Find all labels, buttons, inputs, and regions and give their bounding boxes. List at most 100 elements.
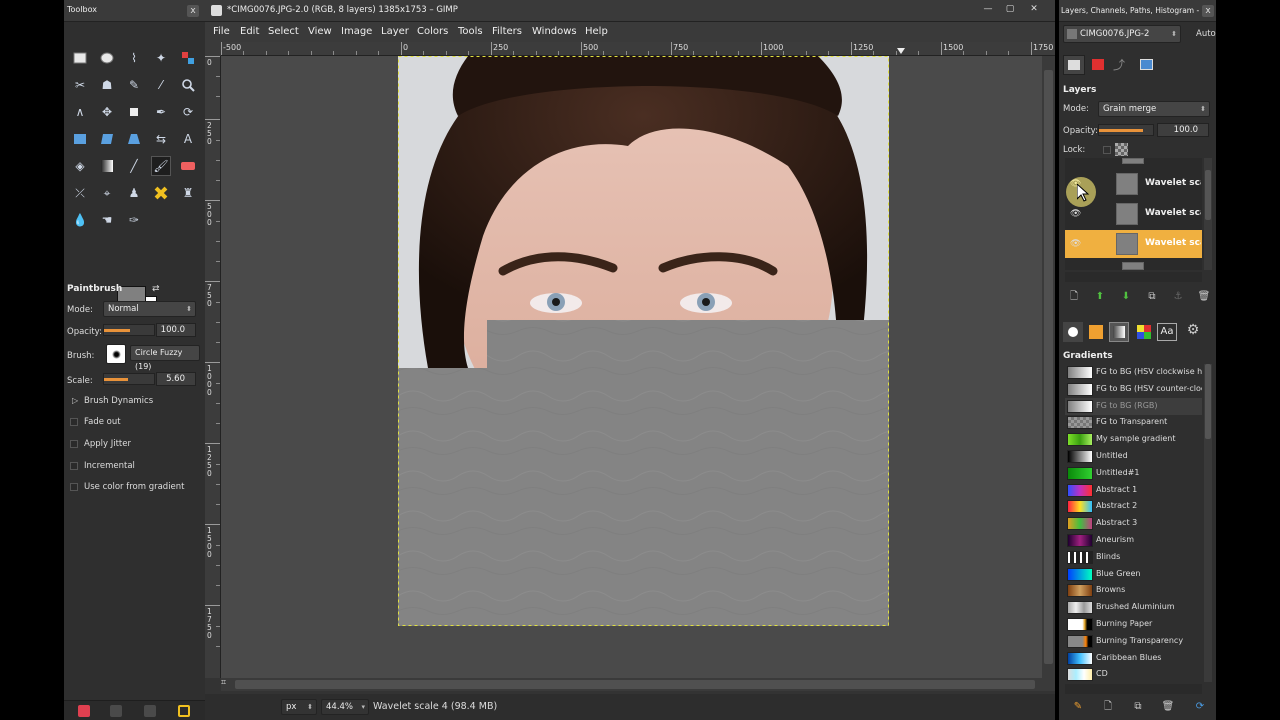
gradient-row[interactable]: Abstract 2 — [1065, 498, 1202, 515]
brush-preview[interactable] — [106, 344, 126, 364]
unit-select[interactable]: px ⬍ — [281, 699, 317, 715]
zoom-tool-icon[interactable] — [178, 75, 198, 95]
layer-row-selected[interactable]: 👁 Wavelet scale 4 — [1065, 230, 1202, 258]
gradients-scrollbar[interactable] — [1204, 364, 1212, 682]
delete-layer-icon[interactable]: 🗑 — [1197, 290, 1211, 304]
fonts-tab[interactable]: Aa — [1157, 323, 1177, 341]
histogram-tab[interactable] — [1137, 56, 1157, 74]
lock-pixels-checkbox[interactable] — [1103, 146, 1111, 154]
menu-windows[interactable]: Windows — [532, 26, 577, 37]
ruler-corner[interactable] — [205, 42, 221, 56]
gradients-tab[interactable] — [1109, 322, 1129, 342]
close-button[interactable]: ✕ — [1023, 2, 1045, 16]
navigate-icon[interactable]: ⌗ — [221, 678, 226, 688]
align-tool-icon[interactable] — [124, 102, 144, 122]
eye-icon[interactable]: 👁 — [1070, 239, 1081, 249]
fuzzy-select-tool-icon[interactable]: ✦ — [151, 48, 171, 68]
gradient-row[interactable]: Abstract 1 — [1065, 482, 1202, 499]
menu-tools[interactable]: Tools — [458, 26, 483, 37]
move-tool-icon[interactable]: ✥ — [97, 102, 117, 122]
menu-help[interactable]: Help — [585, 26, 608, 37]
fade-out-checkbox[interactable] — [70, 418, 78, 426]
brushes-tab[interactable] — [1063, 322, 1083, 342]
blur-tool-icon[interactable]: 💧 — [70, 210, 90, 230]
paintbrush-tool-icon[interactable]: 🖌 — [151, 156, 171, 176]
ink-tool-icon[interactable]: ⌖ — [97, 183, 117, 203]
menu-image[interactable]: Image — [341, 26, 372, 37]
horizontal-ruler[interactable]: -500 0 250 500 750 1000 1250 1500 1750 — [221, 42, 1055, 56]
gradient-row[interactable]: Abstract 3 — [1065, 515, 1202, 532]
gradient-row[interactable]: FG to BG (HSV clockwise hue) — [1065, 364, 1202, 381]
opacity-slider[interactable] — [103, 324, 155, 336]
new-layer-icon[interactable]: 🗋 — [1067, 290, 1081, 304]
gradients-hscrollbar[interactable] — [1065, 684, 1202, 694]
edit-gradient-icon[interactable]: ✎ — [1071, 700, 1085, 714]
gradient-row[interactable]: Brushed Aluminium — [1065, 599, 1202, 616]
menu-select[interactable]: Select — [268, 26, 299, 37]
menu-edit[interactable]: Edit — [240, 26, 259, 37]
swap-colors-icon[interactable]: ⇄ — [152, 284, 160, 294]
layers-scrollbar[interactable] — [1204, 158, 1212, 270]
select-by-color-tool-icon[interactable] — [178, 48, 198, 68]
reset-options-icon[interactable] — [178, 705, 190, 717]
patterns-tab[interactable] — [1087, 323, 1105, 341]
gradient-row[interactable]: Browns — [1065, 582, 1202, 599]
ellipse-select-tool-icon[interactable] — [97, 48, 117, 68]
gradient-row[interactable]: FG to BG (HSV counter-clockwise) — [1065, 381, 1202, 398]
maximize-button[interactable]: ▢ — [999, 2, 1021, 16]
apply-jitter-checkbox[interactable] — [70, 440, 78, 448]
smudge-tool-icon[interactable]: ☚ — [97, 210, 117, 230]
pencil-tool-icon[interactable]: ╱ — [124, 156, 144, 176]
lower-layer-icon[interactable]: ⬇ — [1119, 290, 1133, 304]
dodge-burn-tool-icon[interactable]: ✑ — [124, 210, 144, 230]
clone-tool-icon[interactable]: ♟ — [124, 183, 144, 203]
minimize-button[interactable]: — — [977, 2, 999, 16]
free-select-tool-icon[interactable]: ⌇ — [124, 48, 144, 68]
gradient-row[interactable]: Aneurism — [1065, 532, 1202, 549]
gradient-row[interactable]: Untitled — [1065, 448, 1202, 465]
perspective-tool-icon[interactable] — [124, 129, 144, 149]
refresh-gradients-icon[interactable]: ⟳ — [1193, 700, 1207, 714]
duplicate-layer-icon[interactable]: ⧉ — [1145, 290, 1159, 304]
gradient-row[interactable]: Burning Paper — [1065, 616, 1202, 633]
gradients-list[interactable]: FG to BG (HSV clockwise hue) FG to BG (HS… — [1059, 364, 1204, 682]
gradient-row[interactable]: Blinds — [1065, 549, 1202, 566]
gradient-row[interactable]: Burning Transparency — [1065, 633, 1202, 650]
flip-tool-icon[interactable]: ⇆ — [151, 129, 171, 149]
gradient-row[interactable]: FG to BG (RGB) — [1065, 397, 1202, 415]
menu-colors[interactable]: Colors — [417, 26, 448, 37]
layers-tab[interactable] — [1063, 55, 1085, 75]
scale-tool-icon[interactable] — [70, 129, 90, 149]
eye-icon[interactable]: 👁 — [1070, 209, 1081, 219]
crop-tool-icon[interactable]: ✒ — [151, 102, 171, 122]
paths-tab[interactable]: ⤴ — [1113, 56, 1133, 74]
duplicate-gradient-icon[interactable]: ⧉ — [1131, 700, 1145, 714]
paths-tool-icon[interactable]: ✎ — [124, 75, 144, 95]
color-picker-tool-icon[interactable]: ⁄ — [151, 75, 171, 95]
measure-tool-icon[interactable]: ∧ — [70, 102, 90, 122]
menu-filters[interactable]: Filters — [492, 26, 522, 37]
vertical-scroll-thumb[interactable] — [1044, 70, 1053, 664]
image-canvas[interactable] — [221, 56, 1042, 678]
anchor-layer-icon[interactable]: ⚓ — [1171, 290, 1185, 304]
dock-close-button[interactable]: x — [1202, 5, 1214, 17]
gradient-row[interactable]: CD — [1065, 666, 1202, 682]
layers-list[interactable]: 👁 Wavelet scale 6 👁 Wavelet scale 5 👁 Wa… — [1065, 158, 1202, 270]
menu-view[interactable]: View — [308, 26, 332, 37]
rect-select-tool-icon[interactable] — [70, 48, 90, 68]
menu-layer[interactable]: Layer — [381, 26, 409, 37]
palettes-tab[interactable] — [1135, 323, 1153, 341]
vertical-scrollbar[interactable] — [1042, 56, 1055, 678]
save-options-icon[interactable] — [78, 705, 90, 717]
shear-tool-icon[interactable] — [97, 129, 117, 149]
use-color-from-gradient-checkbox[interactable] — [70, 483, 78, 491]
eraser-tool-icon[interactable] — [178, 156, 198, 176]
gradient-row[interactable]: Blue Green — [1065, 566, 1202, 583]
menu-file[interactable]: File — [213, 26, 230, 37]
raise-layer-icon[interactable]: ⬆ — [1093, 290, 1107, 304]
channels-tab[interactable] — [1089, 56, 1109, 74]
airbrush-tool-icon[interactable]: ⤫ — [70, 183, 90, 203]
bucket-fill-tool-icon[interactable]: ◈ — [70, 156, 90, 176]
restore-options-icon[interactable] — [110, 705, 122, 717]
layer-mode-select[interactable]: Grain merge ⬍ — [1098, 101, 1210, 117]
